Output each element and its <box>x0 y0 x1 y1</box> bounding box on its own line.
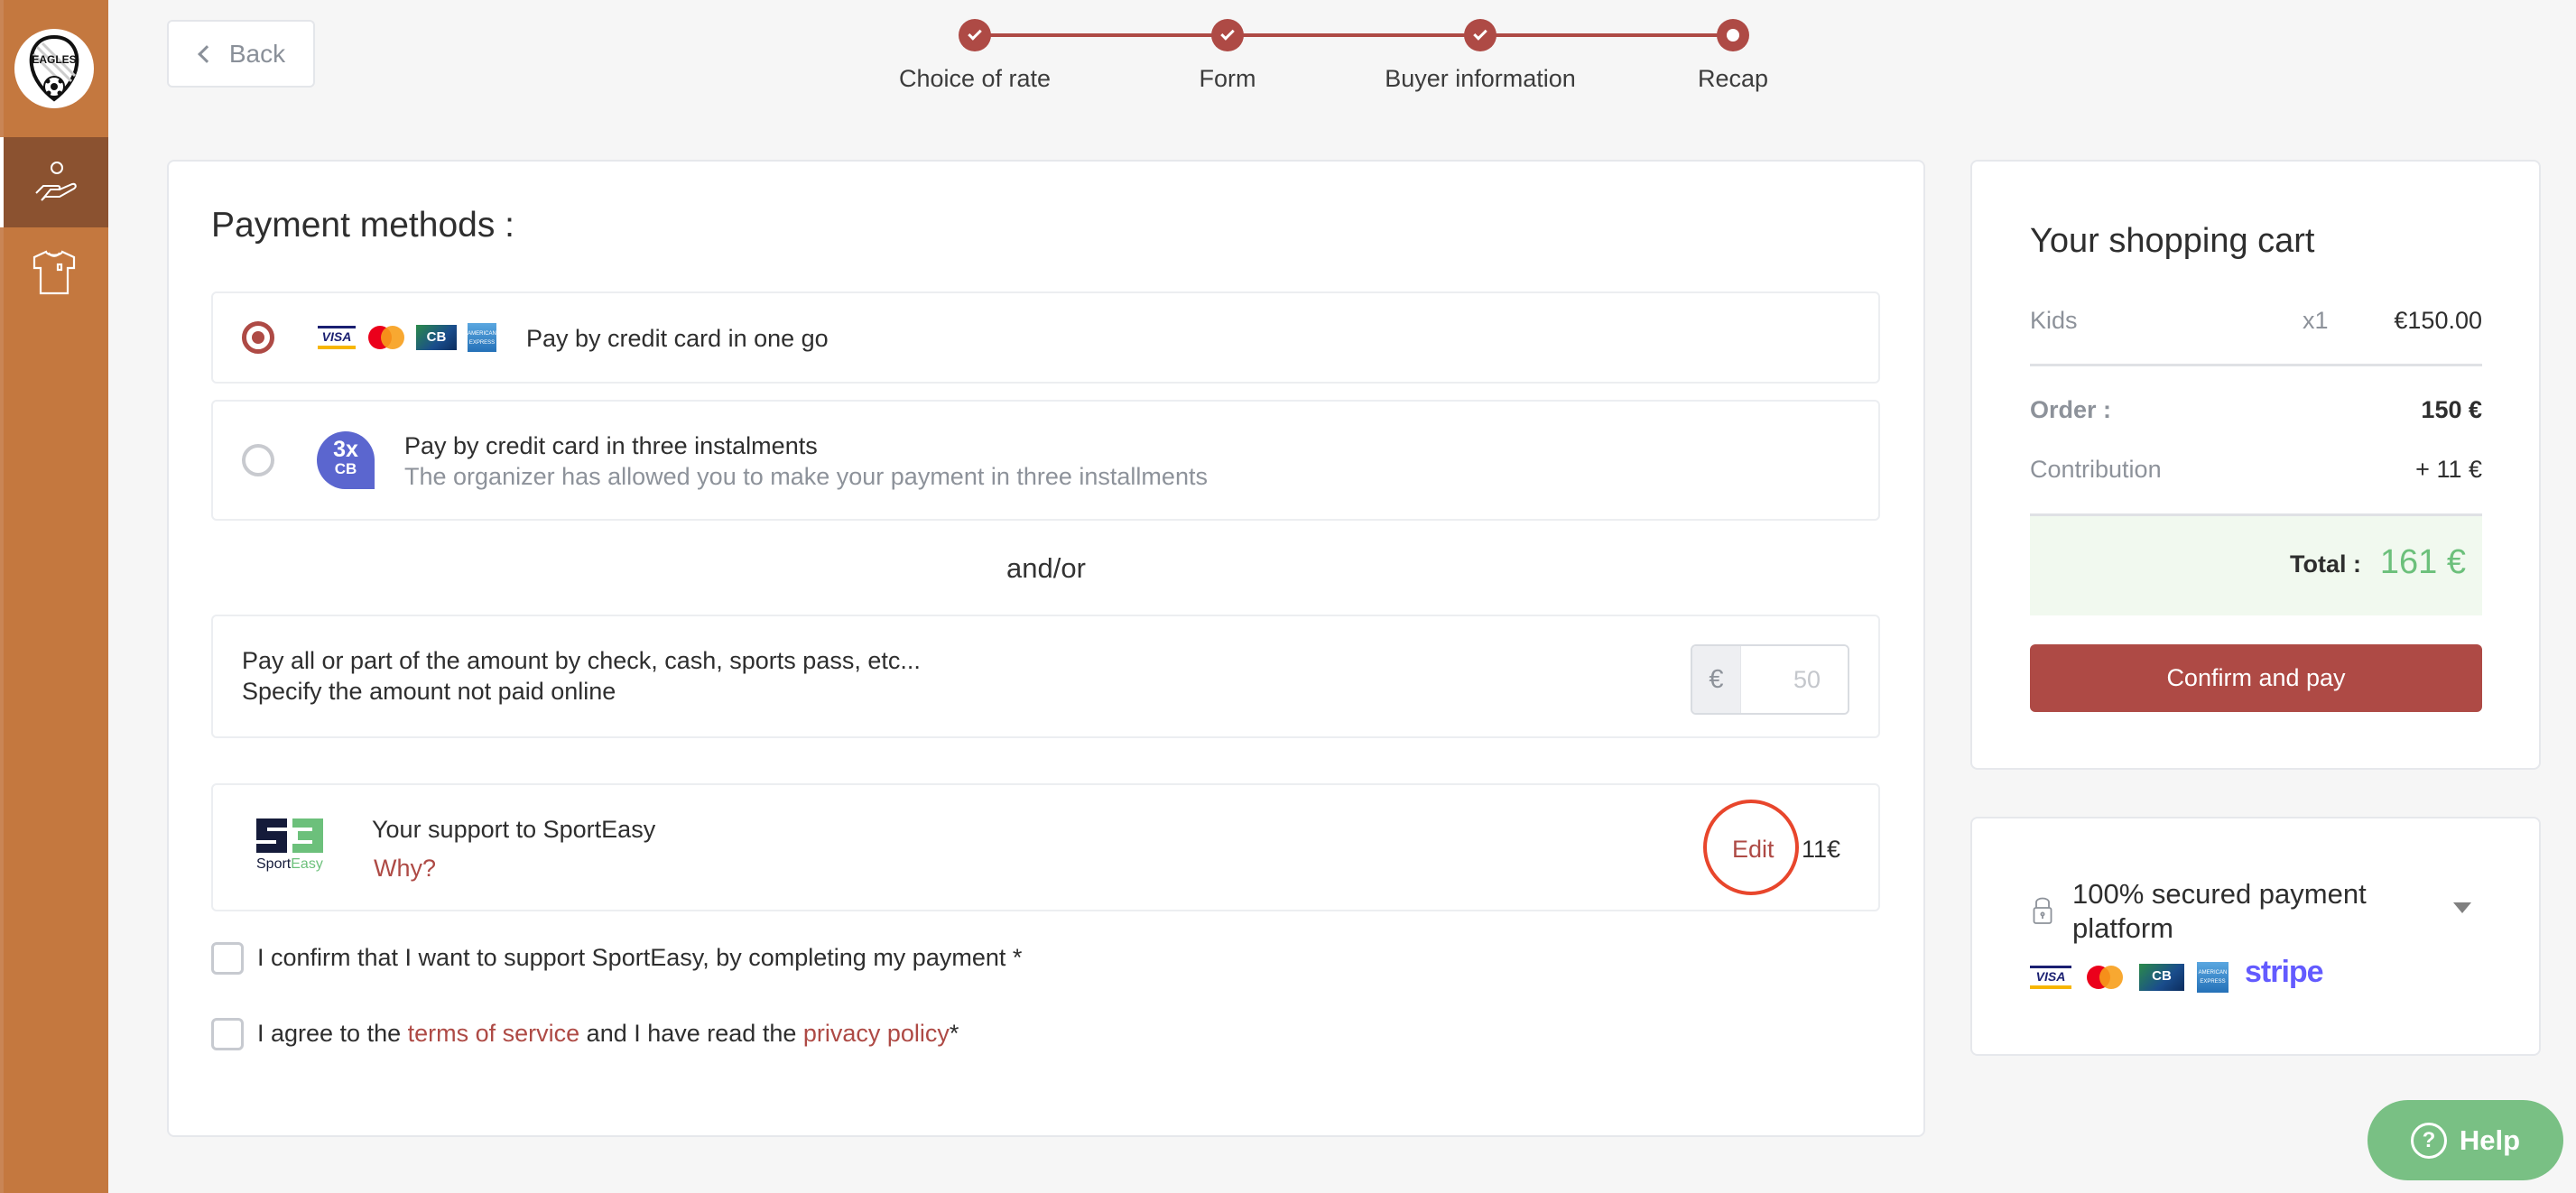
currency-prefix: € <box>1692 646 1741 713</box>
sidebar: EAGLES <box>0 0 108 1193</box>
step-label-recap: Recap <box>1697 65 1769 92</box>
cart-item-row: Kids x1 €150.00 <box>2030 307 2482 335</box>
option-one-go-label: Pay by credit card in one go <box>526 325 829 352</box>
hand-holding-icon <box>35 162 77 201</box>
cb-card-icon: CB <box>416 325 457 350</box>
support-confirm-label: I confirm that I want to support SportEa… <box>257 944 1023 971</box>
payment-option-three-instalments[interactable] <box>211 400 1880 521</box>
cart-item-price: €150.00 <box>2394 307 2482 334</box>
chevron-left-icon <box>197 44 216 63</box>
sporteasy-support-card <box>211 783 1880 911</box>
cart-title: Your shopping cart <box>2030 222 2315 260</box>
support-confirm-checkbox[interactable] <box>211 942 244 975</box>
sidebar-item-donation[interactable] <box>0 137 108 227</box>
contribution-label: Contribution <box>2030 456 2162 483</box>
why-link[interactable]: Why? <box>374 855 436 883</box>
visa-icon: VISA <box>2030 966 2071 989</box>
step-3-dot <box>1464 19 1496 51</box>
amex-icon: AMERICAN EXPRESS <box>468 323 496 352</box>
three-x-cb-icon: 3x CB <box>317 431 375 489</box>
offline-payment-card <box>211 615 1880 738</box>
order-label: Order : <box>2030 396 2112 423</box>
question-circle-icon: ? <box>2410 1122 2447 1159</box>
step-4-dot <box>1717 19 1749 51</box>
terms-label: I agree to the terms of service and I ha… <box>257 1020 959 1048</box>
contribution-amount: 11€ <box>1802 836 1841 863</box>
contribution-row: Contribution + 11 € <box>2030 456 2482 484</box>
total-value: 161 € <box>2379 543 2466 581</box>
order-value: 150 € <box>2421 396 2482 423</box>
privacy-policy-link[interactable]: privacy policy <box>803 1020 950 1047</box>
terms-checkbox[interactable] <box>211 1018 244 1050</box>
total-box: Total : 161 € <box>2030 516 2482 615</box>
visa-icon: VISA <box>318 326 356 349</box>
help-label: Help <box>2459 1124 2521 1156</box>
cart-item-name: Kids <box>2030 307 2078 334</box>
svg-text:EAGLES: EAGLES <box>32 53 76 66</box>
option-three-instalments-label: Pay by credit card in three instalments <box>404 432 818 459</box>
terms-of-service-link[interactable]: terms of service <box>408 1020 580 1047</box>
lock-icon <box>2033 897 2052 924</box>
secure-payment-text: 100% secured payment platform <box>2072 878 2367 944</box>
caret-down-icon[interactable] <box>2453 902 2471 913</box>
back-label: Back <box>228 39 286 68</box>
step-label-buyer-information: Buyer information <box>1385 65 1576 92</box>
amex-icon: AMERICAN EXPRESS <box>2197 962 2229 993</box>
offline-payment-line1: Pay all or part of the amount by check, … <box>242 647 921 674</box>
offline-payment-line2: Specify the amount not paid online <box>242 678 616 705</box>
step-2-dot <box>1211 19 1244 51</box>
option-three-instalments-sublabel: The organizer has allowed you to make yo… <box>404 463 1208 490</box>
sporteasy-logo: SportEasy <box>255 817 329 876</box>
stepper-line <box>975 33 1733 37</box>
support-label: Your support to SportEasy <box>372 816 656 843</box>
total-label: Total : <box>2290 550 2361 578</box>
and-or-separator: and/or <box>1006 552 1086 584</box>
payment-option-one-go[interactable] <box>211 291 1880 384</box>
step-1-dot <box>959 19 991 51</box>
sporteasy-se-icon <box>256 818 323 853</box>
back-button[interactable]: Back <box>167 20 315 88</box>
check-icon <box>1473 26 1487 41</box>
radio-three-instalments[interactable] <box>242 444 274 476</box>
terms-prefix: I agree to the <box>257 1020 408 1047</box>
contribution-value: + 11 € <box>2415 456 2482 483</box>
offline-amount-input[interactable] <box>1741 646 1848 713</box>
sidebar-item-shop[interactable] <box>0 227 108 318</box>
step-label-choice-of-rate: Choice of rate <box>898 65 1052 92</box>
stripe-logo: stripe <box>2245 955 2324 989</box>
confirm-and-pay-button[interactable]: Confirm and pay <box>2030 644 2482 712</box>
terms-suffix: * <box>949 1020 959 1047</box>
edit-contribution-link[interactable]: Edit <box>1732 836 1774 864</box>
offline-amount-field[interactable]: € <box>1691 644 1849 715</box>
payment-methods-title: Payment methods : <box>211 206 514 245</box>
radio-one-go[interactable] <box>242 321 274 354</box>
club-logo[interactable]: EAGLES <box>14 29 94 108</box>
order-row: Order : 150 € <box>2030 396 2482 424</box>
cb-card-icon: CB <box>2139 964 2184 991</box>
shirt-icon <box>32 250 76 295</box>
help-button[interactable]: ? Help <box>2368 1100 2563 1180</box>
terms-middle: and I have read the <box>579 1020 803 1047</box>
check-icon <box>1220 26 1235 41</box>
cart-divider <box>2030 364 2482 366</box>
current-step-icon <box>1727 29 1739 42</box>
step-label-form: Form <box>1199 65 1256 92</box>
check-icon <box>968 26 982 41</box>
mastercard-icon <box>2087 966 2123 989</box>
mastercard-icon <box>368 326 404 349</box>
cart-item-qty: x1 <box>2303 307 2329 334</box>
eagles-crest-icon: EAGLES <box>29 34 79 102</box>
